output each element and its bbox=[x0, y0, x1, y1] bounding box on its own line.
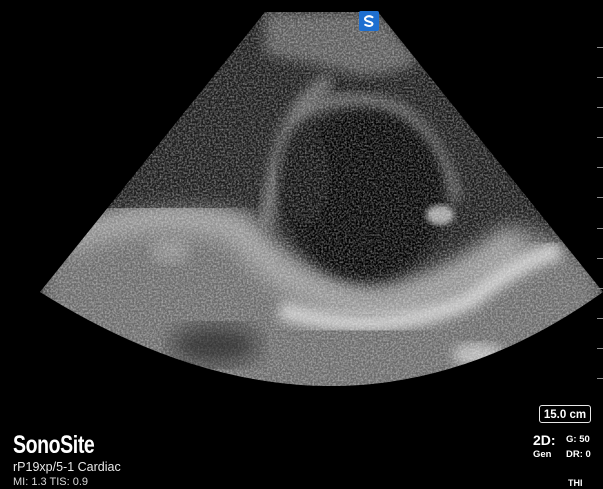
brand-logo-text: SonoSite bbox=[13, 431, 95, 459]
depth-scale-ticks bbox=[595, 0, 603, 489]
mi-tis-indices: MI: 1.3 TIS: 0.9 bbox=[13, 476, 88, 488]
ultrasound-image bbox=[0, 0, 603, 489]
dynamic-range-readout: DR: 0 bbox=[566, 449, 591, 460]
sonosite-logo-icon bbox=[359, 11, 379, 31]
probe-preset-label: rP19xp/5-1 Cardiac bbox=[13, 460, 121, 474]
imaging-mode-sub: Gen bbox=[533, 449, 552, 460]
imaging-mode: 2D: bbox=[533, 432, 556, 448]
gain-readout: G: 50 bbox=[566, 434, 590, 445]
depth-badge: 15.0 cm bbox=[539, 405, 591, 423]
thi-indicator: THI bbox=[568, 478, 583, 488]
